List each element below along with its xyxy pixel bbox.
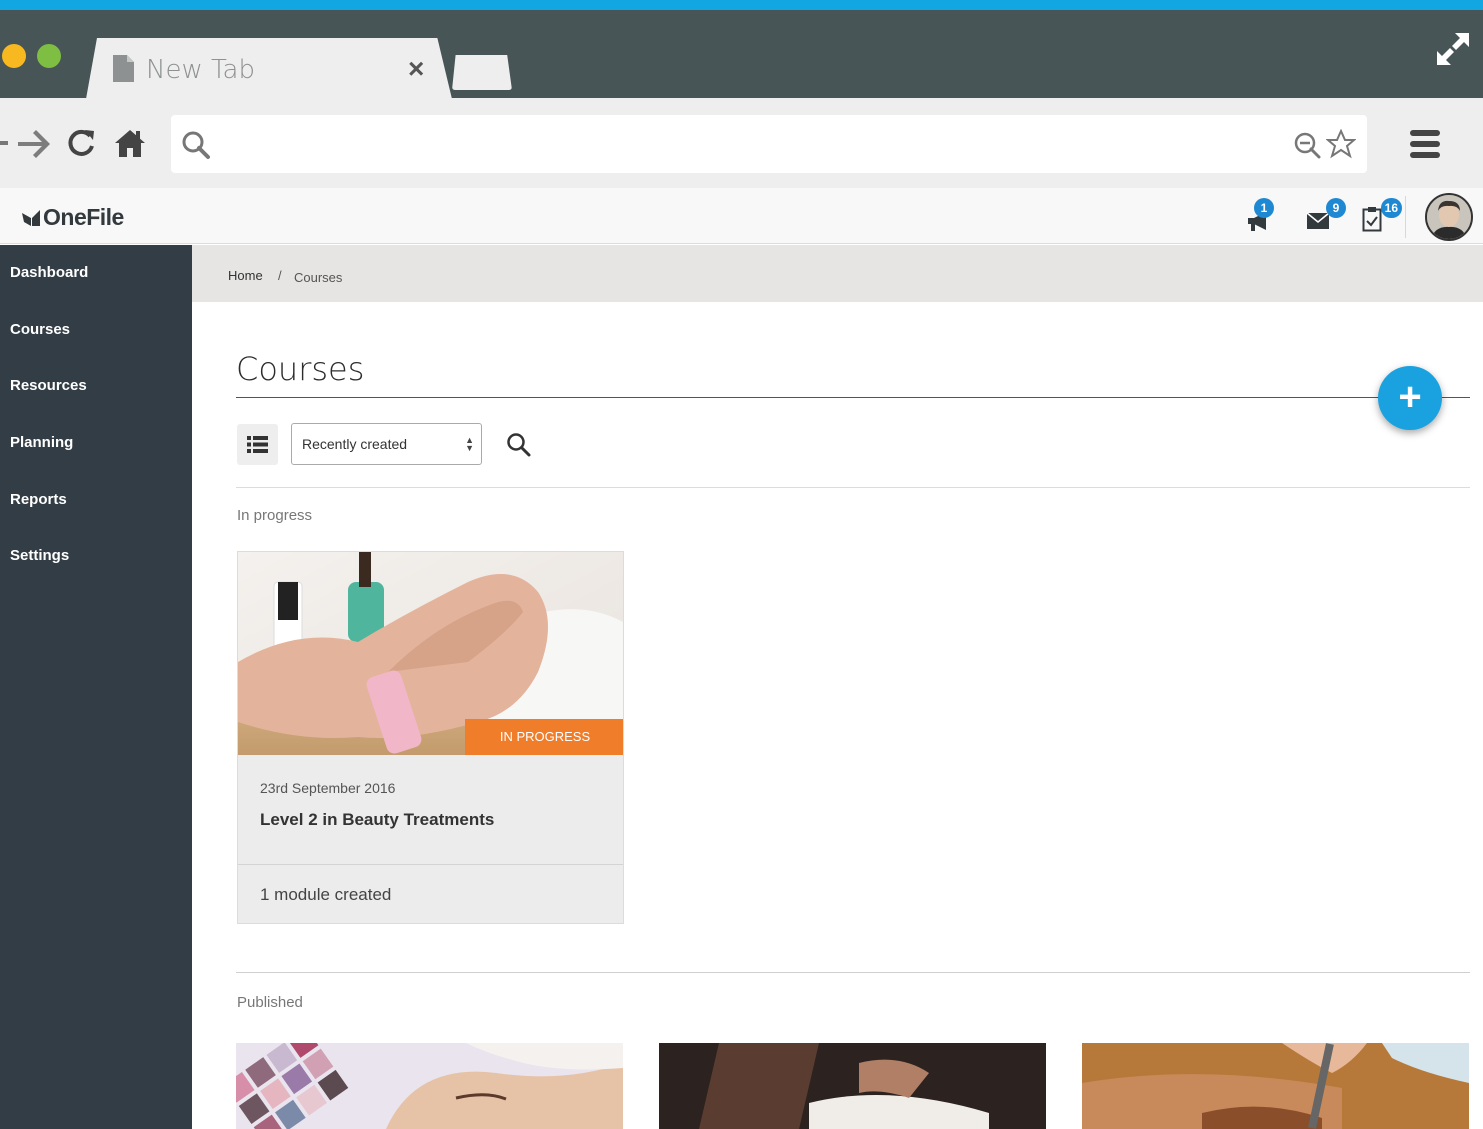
tab-title: New Tab bbox=[146, 55, 255, 85]
app-logo[interactable]: OneFile bbox=[22, 204, 124, 231]
announcements-badge: 1 bbox=[1254, 198, 1274, 218]
star-icon[interactable] bbox=[1326, 129, 1356, 159]
document-icon bbox=[113, 55, 134, 82]
course-card[interactable]: IN PROGRESS 23rd September 2016 Level 2 … bbox=[237, 551, 624, 924]
sort-select-value: Recently created bbox=[302, 436, 408, 452]
sidebar-item-courses[interactable]: Courses bbox=[10, 321, 70, 338]
sidebar-item-settings[interactable]: Settings bbox=[10, 547, 69, 564]
envelope-icon bbox=[1306, 212, 1330, 229]
logo-text: OneFile bbox=[43, 204, 124, 230]
published-heading: Published bbox=[237, 994, 303, 1011]
course-title: Level 2 in Beauty Treatments bbox=[260, 810, 495, 829]
course-image bbox=[236, 1043, 623, 1129]
sidebar-item-resources[interactable]: Resources bbox=[10, 377, 87, 394]
forward-arrow-icon[interactable] bbox=[16, 129, 52, 159]
home-icon[interactable] bbox=[114, 128, 146, 158]
logo-mark-icon bbox=[22, 209, 40, 226]
messages-button[interactable]: 9 bbox=[1302, 198, 1346, 234]
course-module-count: 1 module created bbox=[260, 885, 392, 904]
course-image: IN PROGRESS bbox=[238, 552, 623, 755]
status-badge: IN PROGRESS bbox=[465, 719, 623, 755]
card-divider bbox=[238, 864, 623, 865]
page-title: Courses bbox=[236, 350, 365, 388]
announcements-button[interactable]: 1 bbox=[1244, 198, 1288, 234]
list-view-toggle[interactable] bbox=[237, 424, 278, 465]
course-date: 23rd September 2016 bbox=[260, 780, 396, 796]
add-course-button[interactable]: + bbox=[1378, 366, 1442, 430]
tasks-badge: 16 bbox=[1380, 198, 1402, 218]
address-bar[interactable] bbox=[171, 115, 1367, 173]
select-arrows-icon: ▲ ▼ bbox=[465, 435, 474, 453]
breadcrumb-current: Courses bbox=[294, 270, 343, 285]
user-photo bbox=[1427, 195, 1471, 239]
search-icon[interactable] bbox=[506, 432, 532, 458]
sidebar-item-dashboard[interactable]: Dashboard bbox=[10, 264, 88, 281]
sidebar-item-reports[interactable]: Reports bbox=[10, 491, 67, 508]
list-view-icon bbox=[247, 436, 268, 453]
zoom-out-icon[interactable] bbox=[1293, 131, 1321, 159]
course-image bbox=[659, 1043, 1046, 1129]
course-image bbox=[1082, 1043, 1469, 1129]
published-course-card[interactable] bbox=[659, 1043, 1046, 1129]
breadcrumb bbox=[192, 245, 1483, 302]
menu-icon[interactable] bbox=[1410, 129, 1440, 159]
clipboard-check-icon bbox=[1362, 207, 1382, 232]
breadcrumb-separator: / bbox=[278, 268, 282, 283]
messages-badge: 9 bbox=[1326, 198, 1346, 218]
title-divider bbox=[236, 397, 1470, 398]
close-icon[interactable]: × bbox=[408, 54, 424, 84]
avatar[interactable] bbox=[1425, 193, 1473, 241]
sort-select[interactable]: Recently created ▲ ▼ bbox=[291, 423, 482, 465]
published-course-card[interactable] bbox=[1082, 1043, 1469, 1129]
section-divider bbox=[236, 487, 1470, 488]
expand-icon[interactable] bbox=[1435, 31, 1471, 67]
sidebar-item-planning[interactable]: Planning bbox=[10, 434, 73, 451]
minimize-window-button[interactable] bbox=[2, 44, 26, 68]
section-divider bbox=[236, 972, 1470, 973]
window-top-border bbox=[0, 0, 1483, 10]
published-course-card[interactable] bbox=[236, 1043, 623, 1129]
search-icon bbox=[182, 131, 210, 159]
in-progress-heading: In progress bbox=[237, 507, 313, 524]
new-tab-button[interactable] bbox=[452, 55, 512, 90]
back-arrow-icon[interactable] bbox=[0, 131, 8, 155]
browser-tab[interactable] bbox=[86, 38, 452, 99]
tasks-button[interactable]: 16 bbox=[1358, 198, 1402, 234]
breadcrumb-home[interactable]: Home bbox=[228, 268, 263, 283]
reload-icon[interactable] bbox=[66, 128, 96, 158]
header-divider bbox=[1405, 196, 1406, 238]
maximize-window-button[interactable] bbox=[37, 44, 61, 68]
